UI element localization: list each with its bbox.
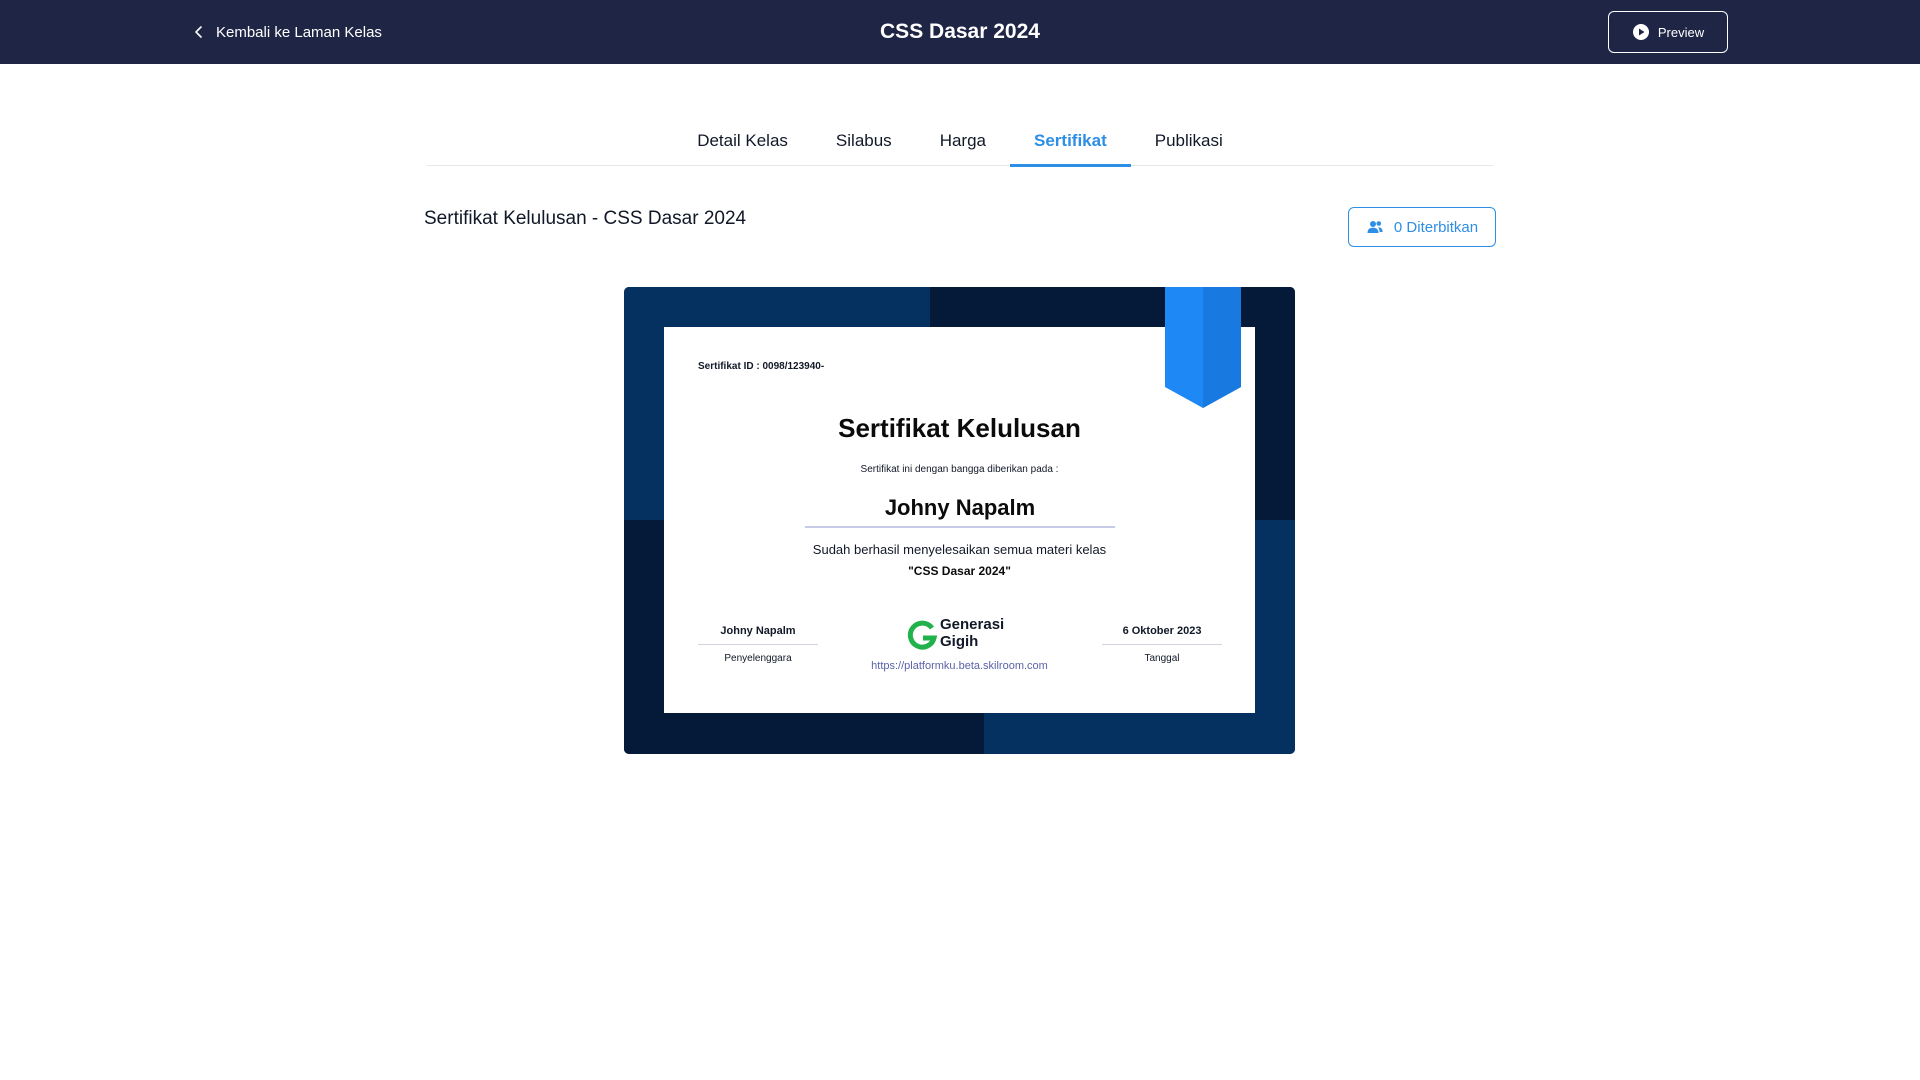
organizer-name: Johny Napalm <box>698 625 818 645</box>
top-bar: Kembali ke Laman Kelas CSS Dasar 2024 Pr… <box>0 0 1920 64</box>
certificate-preview: Sertifikat ID : 0098/123940- Sertifikat … <box>624 287 1295 754</box>
tab-publikasi[interactable]: Publikasi <box>1131 116 1247 166</box>
tab-harga[interactable]: Harga <box>916 116 1010 166</box>
generasi-gigih-logo-icon <box>907 620 938 650</box>
back-to-class-link[interactable]: Kembali ke Laman Kelas <box>192 0 382 64</box>
tab-sertifikat[interactable]: Sertifikat <box>1010 116 1131 167</box>
back-link-label: Kembali ke Laman Kelas <box>216 23 382 41</box>
users-icon <box>1367 221 1383 233</box>
tab-bar: Detail Kelas Silabus Harga Sertifikat Pu… <box>427 116 1493 167</box>
date-label: Tanggal <box>1144 653 1180 664</box>
play-circle-icon <box>1632 24 1649 40</box>
course-name: "CSS Dasar 2024" <box>908 564 1011 578</box>
issued-count-label: 0 Diterbitkan <box>1393 218 1479 236</box>
preview-button[interactable]: Preview <box>1608 11 1728 53</box>
preview-button-label: Preview <box>1657 24 1705 40</box>
date-value: 6 Oktober 2023 <box>1102 625 1222 645</box>
tab-detail-kelas[interactable]: Detail Kelas <box>673 116 812 166</box>
certificate-description: Sudah berhasil menyelesaikan semua mater… <box>812 542 1107 557</box>
recipient-name: Johny Napalm <box>805 495 1115 528</box>
ribbon-icon <box>1165 287 1241 408</box>
certificate-paper: Sertifikat ID : 0098/123940- Sertifikat … <box>664 287 1255 713</box>
logo-line-1: Generasi <box>940 616 1005 633</box>
section-title: Sertifikat Kelulusan - CSS Dasar 2024 <box>424 208 747 229</box>
certificate-id: Sertifikat ID : 0098/123940- <box>698 361 825 372</box>
tab-silabus[interactable]: Silabus <box>812 116 916 166</box>
brand-logo: Generasi Gigih <box>906 616 1026 652</box>
certificate-subtitle: Sertifikat ini dengan bangga diberikan p… <box>860 464 1059 475</box>
brand-logo-text: Generasi Gigih <box>940 616 1004 650</box>
organizer-signature: Johny Napalm Penyelenggara <box>698 625 818 664</box>
certificate-heading: Sertifikat Kelulusan <box>838 413 1081 443</box>
logo-line-2: Gigih <box>940 633 979 650</box>
issued-certificates-button[interactable]: 0 Diterbitkan <box>1348 207 1496 247</box>
chevron-left-icon <box>195 26 202 38</box>
date-signature: 6 Oktober 2023 Tanggal <box>1102 625 1222 664</box>
